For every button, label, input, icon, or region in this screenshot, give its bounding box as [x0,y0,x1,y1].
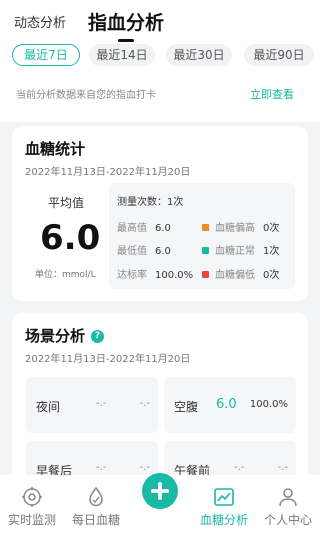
rate-label: 达标率 [117,270,147,281]
normal-color-swatch [202,247,209,254]
period-90-days[interactable]: 最近90日 [244,44,314,66]
tile-name: 夜间 [36,400,61,414]
average-label: 平均值 [48,196,85,210]
realtime-monitor-icon [22,487,42,507]
rate-row: 达标率 100.0% [117,266,193,281]
user-icon [279,488,297,507]
nav-label: 血糖分析 [199,513,248,527]
glucose-stats-card: 血糖统计 2022年11月13日-2022年11月20日 平均值 6.0 单位：… [12,126,308,301]
normal-label: 血糖正常 [215,246,255,257]
tile-rate: -.- [277,462,288,473]
active-tab-indicator [118,39,134,42]
nav-realtime-monitor[interactable]: 实时监测 [0,485,64,528]
nav-label: 每日血糖 [71,513,120,527]
stats-detail-box: 测量次数：1次 最高值 6.0 最低值 6.0 达标率 100.0% 血糖偏高 0次 血… [109,183,295,289]
unit-label: 单位：mmol/L [35,270,96,280]
period-14-days[interactable]: 最近14日 [89,44,155,66]
tab-fingerstick-analysis[interactable]: 指血分析 [88,8,164,35]
min-row: 最低值 6.0 [117,242,171,257]
bottom-nav: 实时监测 每日血糖 血糖分析 个人中心 [0,473,320,549]
tile-value: 6.0 [216,397,237,412]
tile-rate: -.- [139,398,150,409]
max-label: 最高值 [117,223,147,234]
low-label: 血糖偏低 [215,270,255,281]
analysis-chart-icon [214,488,234,506]
high-color-swatch [202,224,209,231]
period-7-days[interactable]: 最近7日 [12,44,80,66]
period-selector: 最近7日 最近14日 最近30日 最近90日 [12,44,314,68]
help-icon[interactable]: ? [91,330,104,343]
nav-daily-glucose[interactable]: 每日血糖 [64,485,128,528]
low-color-swatch [202,271,209,278]
high-label: 血糖偏高 [215,223,255,234]
add-record-button[interactable] [142,473,178,509]
scene-tile-night: 夜间 -.- -.- [26,377,158,433]
tab-dynamic-analysis[interactable]: 动态分析 [14,12,66,31]
normal-count: 1次 [263,246,280,257]
nav-glucose-analysis[interactable]: 血糖分析 [192,485,256,528]
nav-personal-center[interactable]: 个人中心 [256,485,320,528]
tile-value: -.- [234,462,245,473]
tile-rate: 100.0% [249,399,288,410]
min-label: 最低值 [117,246,147,257]
high-count: 0次 [263,223,280,234]
stats-date-range: 2022年11月13日-2022年11月20日 [25,167,191,178]
stats-title: 血糖统计 [25,140,86,158]
data-source-note: 当前分析数据来自您的指血打卡 [16,90,156,101]
tile-value: -.- [96,398,107,409]
measure-count-label: 测量次数： [117,197,167,208]
measure-count-value: 1次 [167,197,184,208]
blood-drop-icon [89,486,103,507]
scene-title: 场景分析 [25,327,86,345]
max-value: 6.0 [155,223,171,234]
tile-value: -.- [96,462,107,473]
scene-date-range: 2022年11月13日-2022年11月20日 [25,354,191,365]
rate-value: 100.0% [155,270,194,281]
legend-normal: 血糖正常 1次 [202,242,279,257]
top-header: 动态分析 指血分析 最近7日 最近14日 最近30日 最近90日 当前分析数据来… [0,0,320,122]
legend-high: 血糖偏高 0次 [202,219,279,234]
scene-tile-fasting: 空腹 6.0 100.0% [164,377,296,433]
nav-label: 实时监测 [7,513,56,527]
min-value: 6.0 [155,246,171,257]
view-now-link[interactable]: 立即查看 [250,86,294,102]
legend-low: 血糖偏低 0次 [202,266,279,281]
nav-label: 个人中心 [263,513,312,527]
period-30-days[interactable]: 最近30日 [166,44,232,66]
measure-count: 测量次数：1次 [117,193,183,208]
max-row: 最高值 6.0 [117,219,171,234]
low-count: 0次 [263,270,280,281]
tile-name: 空腹 [174,400,199,414]
tile-rate: -.- [139,462,150,473]
average-value: 6.0 [40,218,101,258]
